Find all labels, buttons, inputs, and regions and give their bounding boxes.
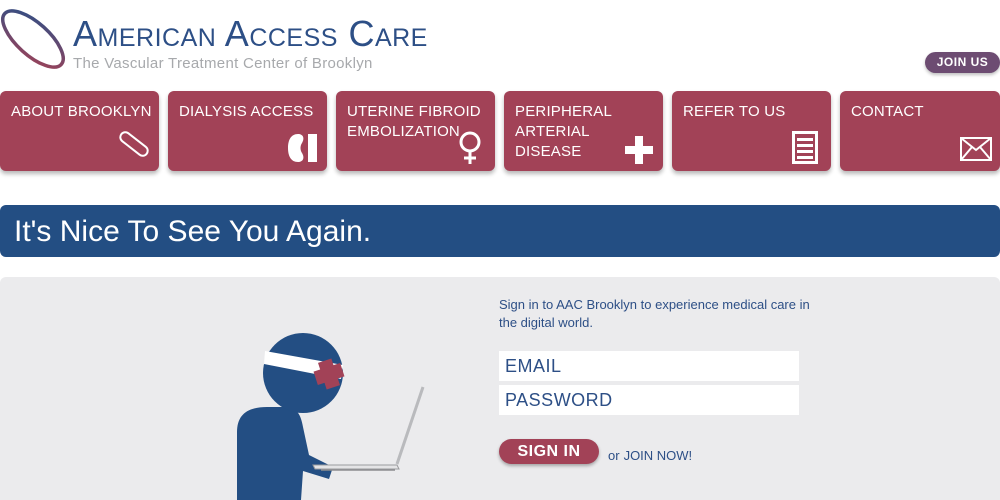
medical-cross-icon [625,136,653,164]
welcome-heading: It's Nice To See You Again. [14,215,372,248]
document-list-icon [792,131,818,164]
nav-tile-peripheral-arterial-disease[interactable]: Peripheral Arterial Disease [504,91,663,171]
signin-panel: Sign in to AAC Brooklyn to experience me… [0,277,1000,500]
nav-label: About Brooklyn [11,103,152,120]
password-field[interactable] [499,385,799,415]
email-field[interactable] [499,351,799,381]
page: American Access Care The Vascular Treatm… [0,0,1000,500]
envelope-icon [960,137,992,161]
nav-label: Contact [851,103,924,120]
join-us-button[interactable]: JOIN US [925,52,1000,73]
nav-tile-contact[interactable]: Contact [840,91,1000,171]
nav-tile-refer-to-us[interactable]: Refer To Us [672,91,831,171]
patient-laptop-illustration [237,333,425,500]
logo-ellipse-icon [1,9,65,69]
brand-title[interactable]: American Access Care [73,16,428,52]
nav-label: Dialysis Access [179,103,314,120]
nav-label: Refer To Us [683,103,786,120]
brand-tagline: The Vascular Treatment Center of Brookly… [73,55,373,72]
join-now-link[interactable]: JOIN NOW! [624,448,693,463]
nav-tile-uterine-fibroid-embolization[interactable]: Uterine Fibroid Embolization [336,91,495,171]
nav-tile-about-brooklyn[interactable]: About Brooklyn [0,91,159,171]
signin-intro-text: Sign in to AAC Brooklyn to experience me… [499,297,810,330]
welcome-banner: It's Nice To See You Again. [0,205,1000,257]
nav-tile-dialysis-access[interactable]: Dialysis Access [168,91,327,171]
or-text: or [608,448,620,463]
sign-in-button[interactable]: SIGN IN [499,439,599,464]
capsule-icon [119,131,149,157]
join-now-row: or JOIN NOW! [608,448,692,463]
kidney-icon [288,134,317,162]
female-symbol-icon [459,131,481,164]
